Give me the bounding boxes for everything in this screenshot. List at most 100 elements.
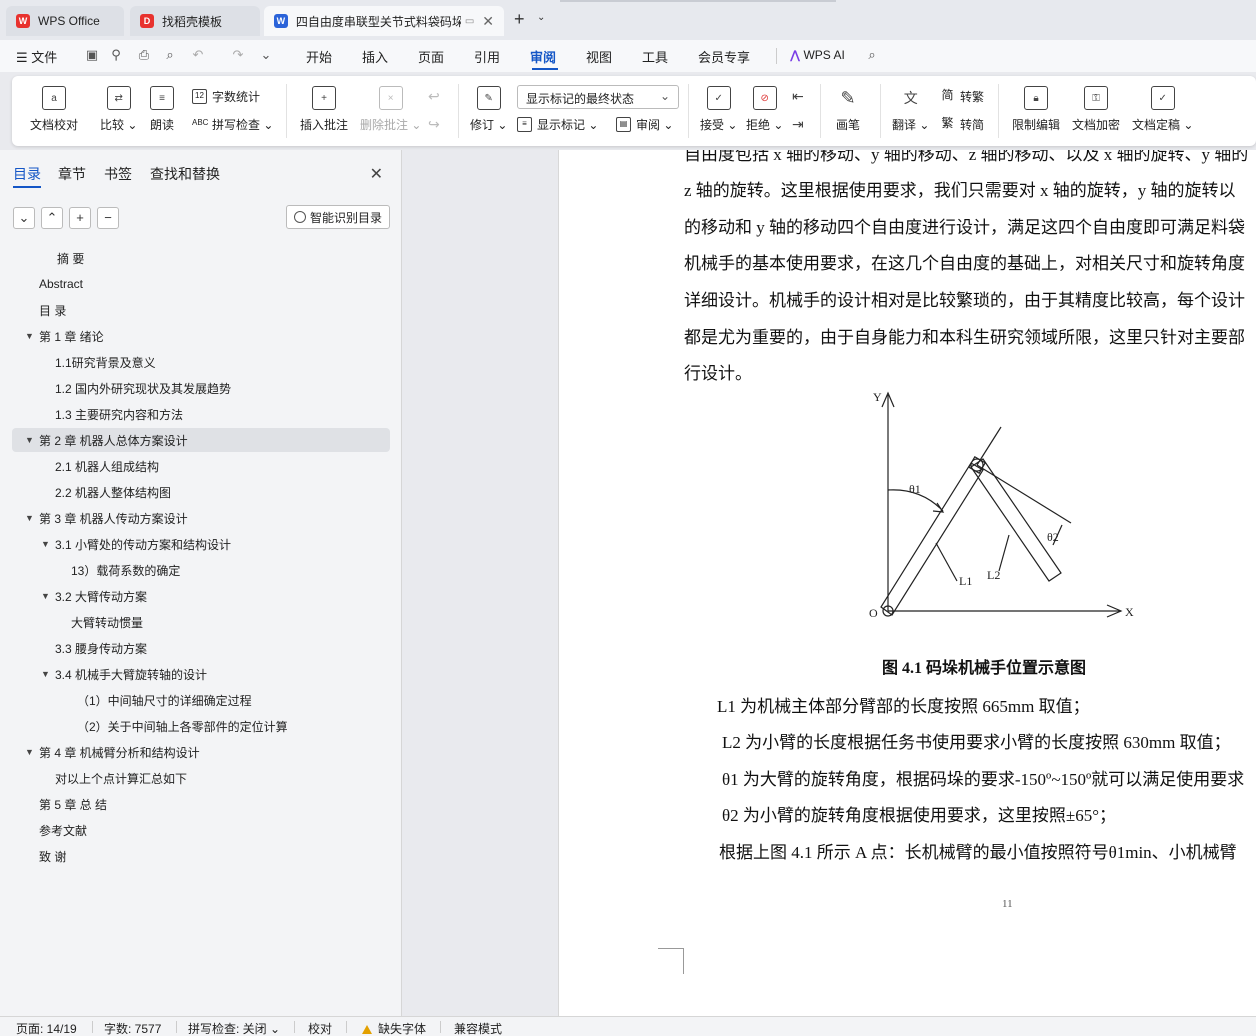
toc-item[interactable]: 大臂转动惯量 <box>0 610 390 634</box>
toc-item[interactable]: 13）载荷系数的确定 <box>0 558 390 582</box>
expand-arrow-icon[interactable]: ▼ <box>25 747 34 757</box>
prev-comment-icon[interactable]: ↩ <box>428 88 440 105</box>
page-indicator[interactable]: 页面: 14/19 <box>16 1020 77 1036</box>
to-traditional-button[interactable]: 简转繁 <box>940 88 984 105</box>
tab-bookmarks[interactable]: 书签 <box>104 164 132 184</box>
undo-icon[interactable]: ↶ <box>190 47 206 63</box>
track-changes-button[interactable]: ✎ 修订 ⌄ <box>470 86 507 133</box>
tab-find-replace[interactable]: 查找和替换 <box>150 164 220 184</box>
new-tab-plus-icon[interactable]: + <box>514 9 525 30</box>
insert-comment-button[interactable]: + 插入批注 <box>300 86 348 133</box>
remove-heading-button[interactable]: − <box>97 207 119 229</box>
show-markup-button[interactable]: ≡ 显示标记 ⌄ <box>517 116 598 133</box>
menu-wps-ai[interactable]: ⋀ WPS AI <box>790 48 845 62</box>
markup-state-select[interactable]: 显示标记的最终状态 ⌄ <box>517 85 679 109</box>
menu-tools[interactable]: 工具 <box>642 47 668 66</box>
toc-item[interactable]: （1）中间轴尺寸的详细确定过程 <box>0 688 390 712</box>
accept-button[interactable]: ✓ 接受 ⌄ <box>700 86 737 133</box>
tab-chapters[interactable]: 章节 <box>58 164 86 184</box>
next-change-icon[interactable]: ⇥ <box>792 116 804 133</box>
toc-item[interactable]: ▼ 3.4 机械手大臂旋转轴的设计 <box>0 662 390 686</box>
read-aloud-button[interactable]: ≡ 朗读 <box>150 86 174 133</box>
tab-list-chevron-icon[interactable]: ⌄ <box>537 12 545 23</box>
redo-icon[interactable]: ↷ <box>230 47 246 63</box>
prev-change-icon[interactable]: ⇤ <box>792 88 804 105</box>
toc-item[interactable]: 3.3 腰身传动方案 <box>0 636 390 660</box>
missing-font-indicator[interactable]: 缺失字体 <box>362 1020 426 1036</box>
navigation-pane: 目录 章节 书签 查找和替换 ✕ ⌄ ⌃ + − 智能识别目录 摘 要 Abstr… <box>0 150 402 1016</box>
translate-button[interactable]: 文 翻译 ⌄ <box>892 86 929 133</box>
toc-item[interactable]: 1.3 主要研究内容和方法 <box>0 402 390 426</box>
toc-item[interactable]: （2）关于中间轴上各零部件的定位计算 <box>0 714 390 738</box>
more-chevron-icon[interactable]: ⌄ <box>258 47 274 63</box>
menu-home[interactable]: 开始 <box>306 47 332 66</box>
next-comment-icon[interactable]: ↪ <box>428 116 440 133</box>
toc-item[interactable]: ▼ 第 4 章 机械臂分析和结构设计 <box>0 740 390 764</box>
compare-button[interactable]: ⇄ 比较 ⌄ <box>100 86 137 133</box>
tab-document[interactable]: W 四自由度串联型关节式料袋码垛 ▭ ✕ <box>264 6 504 36</box>
toc-item[interactable]: ▼ 3.1 小臂处的传动方案和结构设计 <box>0 532 390 556</box>
spell-check-button[interactable]: ABC 拼写检查 ⌄ <box>192 116 273 133</box>
tab-toc[interactable]: 目录 <box>13 164 41 184</box>
to-simplified-button[interactable]: 繁转简 <box>940 116 984 133</box>
toc-item[interactable]: 摘 要 <box>0 246 390 270</box>
pen-button[interactable]: ✎ 画笔 <box>836 86 860 133</box>
tab-wps-office[interactable]: W WPS Office <box>6 6 124 36</box>
spell-check-indicator[interactable]: 拼写检查: 关闭 ⌄ <box>188 1020 280 1036</box>
toc-item[interactable]: 第 5 章 总 结 <box>0 792 390 816</box>
share-icon[interactable]: ⚲ <box>108 47 124 63</box>
print-preview-icon[interactable]: ⌕ <box>162 47 178 63</box>
toc-item[interactable]: Abstract <box>0 272 390 296</box>
expand-arrow-icon[interactable]: ▼ <box>41 591 50 601</box>
expand-arrow-icon[interactable]: ▼ <box>25 435 34 445</box>
save-icon[interactable]: ▣ <box>84 47 100 63</box>
body-line: 根据上图 4.1 所示 A 点：长机械臂的最小值按照符号θ1min、小机械臂 <box>719 843 1237 862</box>
toc-item[interactable]: 对以上个点计算汇总如下 <box>0 766 390 790</box>
toc-item[interactable]: 1.2 国内外研究现状及其发展趋势 <box>0 376 390 400</box>
expand-arrow-icon[interactable]: ▼ <box>25 513 34 523</box>
tab-docer[interactable]: D 找稻壳模板 <box>130 6 260 36</box>
menu-view[interactable]: 视图 <box>586 47 612 66</box>
close-icon[interactable]: ✕ <box>482 13 494 30</box>
reject-button[interactable]: ⊘ 拒绝 ⌄ <box>746 86 783 133</box>
menu-membership[interactable]: 会员专享 <box>698 47 750 66</box>
expand-arrow-icon[interactable]: ▼ <box>41 539 50 549</box>
print-icon[interactable]: ⎙ <box>136 47 152 63</box>
track-changes-icon: ✎ <box>476 86 501 110</box>
review-pane-button[interactable]: ▤ 审阅 ⌄ <box>616 116 673 133</box>
expand-arrow-icon[interactable]: ▼ <box>25 331 34 341</box>
menu-insert[interactable]: 插入 <box>362 47 388 66</box>
menu-references[interactable]: 引用 <box>474 47 500 66</box>
toc-item[interactable]: 2.1 机器人组成结构 <box>0 454 390 478</box>
toc-item[interactable]: ▼ 第 2 章 机器人总体方案设计 <box>12 428 390 452</box>
toc-item[interactable]: 1.1研究背景及意义 <box>0 350 390 374</box>
toc-item[interactable]: 参考文献 <box>0 818 390 842</box>
smart-toc-button[interactable]: 智能识别目录 <box>286 205 390 229</box>
toc-item[interactable]: ▼ 3.2 大臂传动方案 <box>0 584 390 608</box>
expand-arrow-icon[interactable]: ▼ <box>41 669 50 679</box>
toc-item[interactable]: 致 谢 <box>0 844 390 868</box>
doc-check-button[interactable]: a 文档校对 <box>30 86 78 133</box>
toc-item[interactable]: ▼ 第 1 章 绪论 <box>0 324 390 348</box>
search-icon[interactable]: ⌕ <box>864 47 880 63</box>
menu-page[interactable]: 页面 <box>418 47 444 66</box>
toc-item[interactable]: ▼ 第 3 章 机器人传动方案设计 <box>0 506 390 530</box>
close-pane-icon[interactable]: ✕ <box>370 164 383 184</box>
delete-comment-button[interactable]: × 删除批注 ⌄ <box>360 86 421 133</box>
word-count-button[interactable]: 12 字数统计 <box>192 88 260 105</box>
status-divider <box>176 1021 177 1033</box>
word-count-indicator[interactable]: 字数: 7577 <box>104 1020 161 1036</box>
l1-leader <box>935 542 958 582</box>
encrypt-button[interactable]: ⚿ 文档加密 <box>1072 86 1120 133</box>
menu-file[interactable]: ☰ 文件 <box>16 47 57 66</box>
upper-arm-extension <box>976 426 1002 466</box>
toc-item[interactable]: 2.2 机器人整体结构图 <box>0 480 390 504</box>
finalize-button[interactable]: ✓ 文档定稿 ⌄ <box>1132 86 1193 133</box>
add-heading-button[interactable]: + <box>69 207 91 229</box>
restrict-edit-button[interactable]: 🔒︎ 限制编辑 <box>1012 86 1060 133</box>
collapse-button[interactable]: ⌄ <box>13 207 35 229</box>
proof-indicator[interactable]: 校对 <box>308 1020 332 1036</box>
expand-up-button[interactable]: ⌃ <box>41 207 63 229</box>
menu-review[interactable]: 审阅 <box>530 47 556 66</box>
toc-item[interactable]: 目 录 <box>0 298 390 322</box>
